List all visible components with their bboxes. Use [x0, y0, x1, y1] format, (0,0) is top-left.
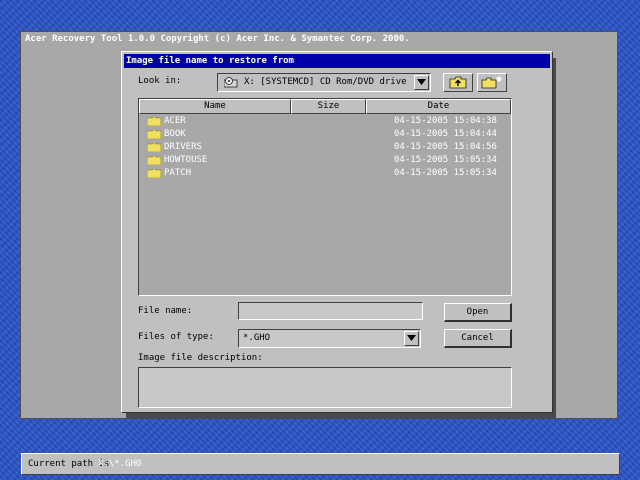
file-row-howtouse[interactable]: HOWTOUSE 04-15-2005 15:05:34 — [139, 154, 511, 167]
file-list[interactable]: Name Size Date ACER 04-15-2005 15:04:38 … — [138, 98, 512, 296]
folder-icon — [147, 117, 161, 126]
folder-icon — [147, 169, 161, 178]
folder-icon — [147, 156, 161, 165]
file-name: ACER — [164, 116, 186, 126]
up-one-level-icon — [449, 76, 467, 89]
file-date: 04-15-2005 15:05:34 — [394, 168, 497, 178]
file-name-input[interactable] — [238, 302, 423, 320]
file-name-label: File name: — [138, 306, 193, 316]
open-button[interactable]: Open — [444, 303, 512, 322]
files-of-type-value: *.GHO — [243, 333, 271, 343]
look-in-combo[interactable]: X: [SYSTEMCD] CD Rom/DVD drive — [217, 73, 431, 92]
file-date: 04-15-2005 15:04:44 — [394, 129, 497, 139]
file-date: 04-15-2005 15:04:38 — [394, 116, 497, 126]
new-folder-icon — [481, 76, 502, 89]
dropdown-arrow-icon — [407, 335, 416, 341]
file-row-book[interactable]: BOOK 04-15-2005 15:04:44 — [139, 128, 511, 141]
current-path-value: X:\*.GHO — [98, 459, 142, 469]
column-header-name[interactable]: Name — [139, 99, 291, 114]
file-row-patch[interactable]: PATCH 04-15-2005 15:05:34 — [139, 167, 511, 180]
file-name: HOWTOUSE — [164, 155, 208, 165]
look-in-label: Look in: — [138, 76, 182, 86]
up-one-level-button[interactable] — [443, 73, 473, 92]
column-header-size[interactable]: Size — [291, 99, 366, 114]
main-window-title: Acer Recovery Tool 1.0.0 Copyright (c) A… — [21, 32, 617, 47]
cd-drive-icon — [224, 77, 238, 88]
file-name: PATCH — [164, 168, 192, 178]
image-description-label: Image file description: — [138, 353, 263, 363]
files-of-type-combo[interactable]: *.GHO — [238, 329, 421, 348]
cancel-button[interactable]: Cancel — [444, 329, 512, 348]
dialog-title: Image file name to restore from — [124, 54, 550, 68]
status-bar: Current path is X:\*.GHO — [21, 453, 620, 475]
file-row-drivers[interactable]: DRIVERS 04-15-2005 15:04:56 — [139, 141, 511, 154]
file-date: 04-15-2005 15:05:34 — [394, 155, 497, 165]
file-row-acer[interactable]: ACER 04-15-2005 15:04:38 — [139, 115, 511, 128]
image-description-box — [138, 367, 512, 408]
files-of-type-label: Files of type: — [138, 332, 214, 342]
file-name: BOOK — [164, 129, 186, 139]
folder-icon — [147, 143, 161, 152]
file-name: DRIVERS — [164, 142, 202, 152]
dropdown-arrow-icon — [417, 79, 426, 85]
folder-icon — [147, 130, 161, 139]
look-in-value: X: [SYSTEMCD] CD Rom/DVD drive — [244, 77, 407, 87]
file-date: 04-15-2005 15:04:56 — [394, 142, 497, 152]
column-header-date[interactable]: Date — [366, 99, 511, 114]
new-folder-button[interactable] — [477, 73, 507, 92]
files-of-type-dropdown-button[interactable] — [404, 331, 419, 346]
look-in-dropdown-button[interactable] — [414, 75, 429, 90]
